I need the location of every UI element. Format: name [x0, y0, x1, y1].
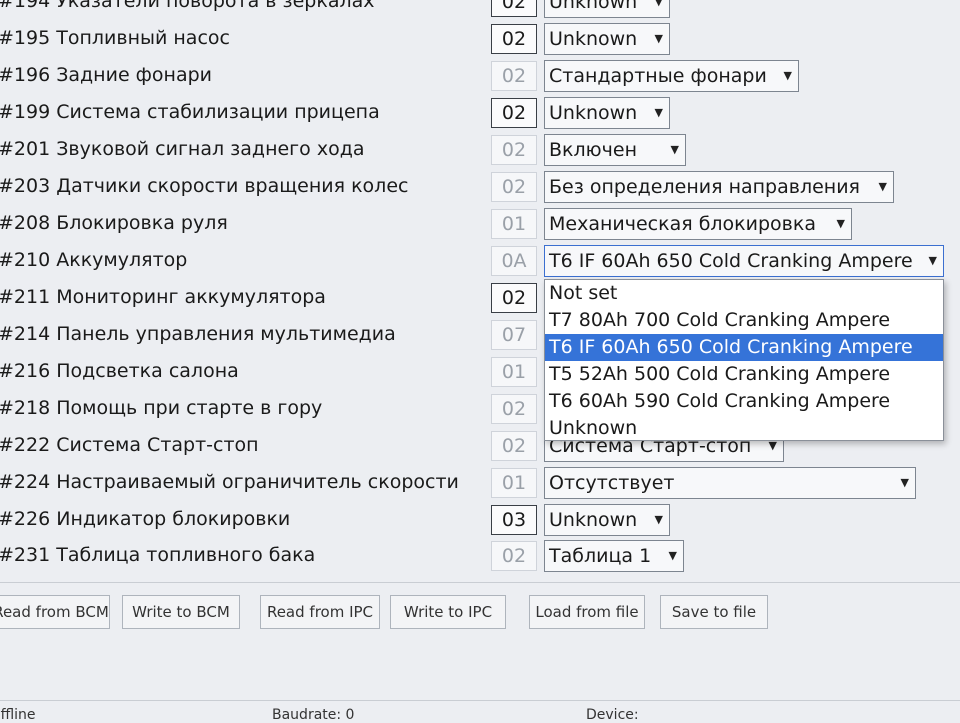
dropdown-option[interactable]: T5 52Ah 500 Cold Cranking Ampere: [545, 361, 943, 388]
select-value: Отсутствует: [549, 472, 675, 494]
dropdown-option[interactable]: Not set: [545, 280, 943, 307]
dropdown-option[interactable]: T6 IF 60Ah 650 Cold Cranking Ampere: [545, 334, 943, 361]
param-code-field[interactable]: 02: [491, 172, 537, 202]
select-value: Включен: [549, 139, 637, 161]
param-row: #194 Указатели поворота в зеркалах 02 Unkn…: [0, 0, 960, 20]
param-code-field[interactable]: 02: [491, 61, 537, 91]
param-code-field[interactable]: 01: [491, 209, 537, 239]
param-name: #211 Мониторинг аккумулятора: [0, 286, 326, 308]
load-from-file-button[interactable]: Load from file: [529, 595, 645, 629]
param-row: #195 Топливный насос 02 Unknown ▼: [0, 23, 960, 57]
param-row: #199 Система стабилизации прицепа 02 Unkno…: [0, 97, 960, 131]
read-from-ipc-button[interactable]: Read from IPC: [260, 595, 380, 629]
chevron-down-icon[interactable]: ▼: [655, 24, 663, 54]
param-value-select[interactable]: Включен ▼: [544, 134, 686, 166]
battery-select[interactable]: T6 IF 60Ah 650 Cold Cranking Ampere ▼: [544, 245, 944, 277]
read-from-bcm-button[interactable]: Read from BCM: [0, 595, 110, 629]
chevron-down-icon[interactable]: ▼: [669, 541, 677, 571]
param-name: #201 Звуковой сигнал заднего хода: [0, 138, 365, 160]
device-status: Device:: [586, 707, 639, 723]
select-value: Unknown: [549, 102, 638, 124]
write-to-bcm-button[interactable]: Write to BCM: [122, 595, 240, 629]
chevron-down-icon[interactable]: ▼: [901, 468, 909, 498]
dropdown-option[interactable]: T7 80Ah 700 Cold Cranking Ampere: [545, 307, 943, 334]
baudrate-status: Baudrate: 0: [272, 707, 355, 723]
param-name: #195 Топливный насос: [0, 27, 230, 49]
chevron-down-icon[interactable]: ▼: [655, 505, 663, 535]
param-value-select[interactable]: Механическая блокировка ▼: [544, 208, 852, 240]
param-value-select[interactable]: Unknown ▼: [544, 504, 670, 536]
battery-dropdown-list[interactable]: Not set T7 80Ah 700 Cold Cranking Ampere T…: [544, 279, 944, 441]
param-row: #210 Аккумулятор 0A T6 IF 60Ah 650 Cold Cr…: [0, 245, 960, 279]
param-code-field[interactable]: 07: [491, 320, 537, 350]
param-name: #214 Панель управления мультимедиа: [0, 323, 396, 345]
param-code-field[interactable]: 02: [491, 283, 537, 313]
param-name: #194 Указатели поворота в зеркалах: [0, 0, 375, 12]
chevron-down-icon[interactable]: ▼: [655, 0, 663, 17]
param-code-field[interactable]: 0A: [491, 246, 537, 276]
param-row: #224 Настраиваемый ограничитель скорости…: [0, 467, 960, 501]
param-code-field[interactable]: 02: [491, 0, 537, 17]
param-value-select[interactable]: Таблица 1 ▼: [544, 540, 684, 572]
param-code-field[interactable]: 02: [491, 135, 537, 165]
action-toolbar: Read from BCM Write to BCM Read from IPC Wr…: [0, 582, 960, 643]
param-name: #222 Система Старт-стоп: [0, 434, 259, 456]
param-row: #196 Задние фонари 02 Стандартные фонари ▼: [0, 60, 960, 94]
param-name: #218 Помощь при старте в гору: [0, 397, 323, 419]
chevron-down-icon[interactable]: ▼: [929, 246, 937, 276]
save-to-file-button[interactable]: Save to file: [660, 595, 768, 629]
param-name: #224 Настраиваемый ограничитель скорости: [0, 471, 459, 493]
select-value: Механическая блокировка: [549, 213, 817, 235]
param-code-field[interactable]: 02: [491, 431, 537, 461]
param-value-select[interactable]: Unknown ▼: [544, 97, 670, 129]
param-code-field[interactable]: 02: [491, 541, 537, 571]
param-row: #203 Датчики скорости вращения колес 02 Бе…: [0, 171, 960, 205]
connection-status: offline: [0, 707, 36, 723]
param-code-field[interactable]: 02: [491, 98, 537, 128]
param-name: #196 Задние фонари: [0, 64, 213, 86]
param-name: #226 Индикатор блокировки: [0, 508, 291, 530]
param-name: #216 Подсветка салона: [0, 360, 239, 382]
param-name: #210 Аккумулятор: [0, 249, 188, 271]
chevron-down-icon[interactable]: ▼: [655, 98, 663, 128]
param-value-select[interactable]: Без определения направления ▼: [544, 171, 894, 203]
param-value-select[interactable]: Отсутствует ▼: [544, 467, 916, 499]
write-to-ipc-button[interactable]: Write to IPC: [390, 595, 506, 629]
dropdown-option[interactable]: Unknown: [545, 415, 943, 442]
param-value-select[interactable]: Unknown ▼: [544, 23, 670, 55]
dropdown-option[interactable]: T6 60Ah 590 Cold Cranking Ampere: [545, 388, 943, 415]
select-value: Unknown: [549, 0, 638, 13]
param-code-field[interactable]: 01: [491, 468, 537, 498]
param-code-field[interactable]: 02: [491, 394, 537, 424]
param-value-select[interactable]: Стандартные фонари ▼: [544, 60, 799, 92]
select-value: Unknown: [549, 28, 638, 50]
chevron-down-icon[interactable]: ▼: [837, 209, 845, 239]
param-row: #201 Звуковой сигнал заднего хода 02 Включ…: [0, 134, 960, 168]
param-row: #226 Индикатор блокировки 03 Unknown ▼: [0, 504, 960, 538]
select-value: Без определения направления: [549, 176, 860, 198]
param-name: #208 Блокировка руля: [0, 212, 228, 234]
select-value: T6 IF 60Ah 650 Cold Cranking Ampere: [549, 250, 913, 272]
param-code-field[interactable]: 02: [491, 24, 537, 54]
select-value: Стандартные фонари: [549, 65, 767, 87]
param-code-field[interactable]: 01: [491, 357, 537, 387]
param-code-field[interactable]: 03: [491, 505, 537, 535]
param-name: #231 Таблица топливного бака: [0, 544, 316, 566]
select-value: Unknown: [549, 509, 638, 531]
select-value: Таблица 1: [549, 545, 652, 567]
status-bar: offline Baudrate: 0 Device:: [0, 700, 960, 723]
param-name: #203 Датчики скорости вращения колес: [0, 175, 409, 197]
chevron-down-icon[interactable]: ▼: [879, 172, 887, 202]
param-row: #208 Блокировка руля 01 Механическая блоки…: [0, 208, 960, 242]
param-row: #231 Таблица топливного бака 02 Таблица 1 ▼: [0, 540, 960, 574]
chevron-down-icon[interactable]: ▼: [671, 135, 679, 165]
param-name: #199 Система стабилизации прицепа: [0, 101, 380, 123]
chevron-down-icon[interactable]: ▼: [784, 61, 792, 91]
param-value-select[interactable]: Unknown ▼: [544, 0, 670, 18]
